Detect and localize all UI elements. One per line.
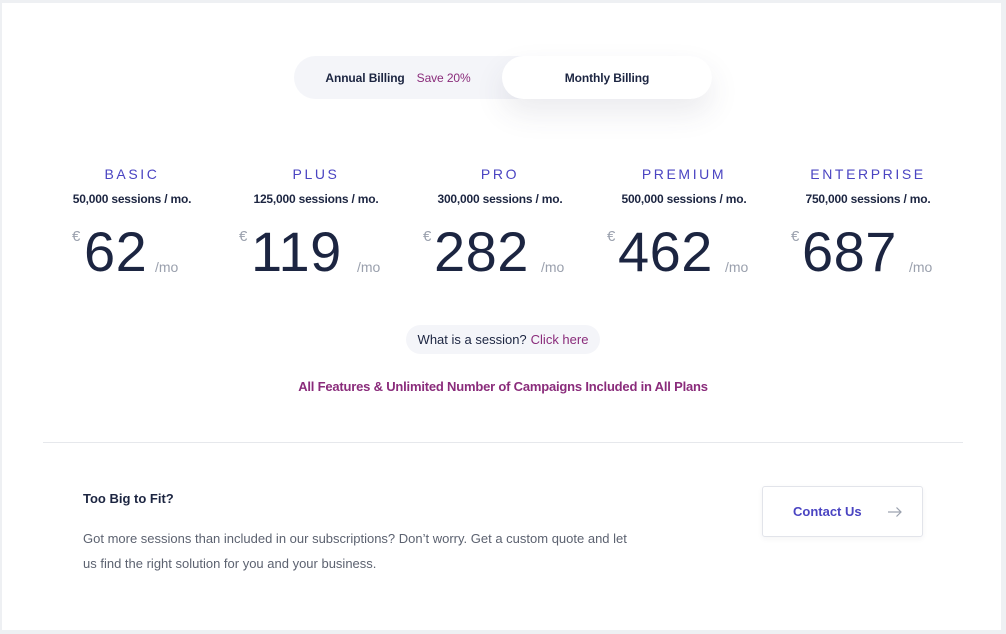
billing-toggle: Annual Billing Save 20% Monthly Billing xyxy=(294,56,712,99)
plan-basic: BASIC 50,000 sessions / mo. € 62 /mo xyxy=(40,165,224,290)
plan-name: BASIC xyxy=(104,166,160,182)
section-divider xyxy=(43,442,963,443)
price-period: /mo xyxy=(541,259,565,275)
plan-premium: PREMIUM 500,000 sessions / mo. € 462 /mo xyxy=(592,165,776,290)
contact-us-label: Contact Us xyxy=(793,504,862,519)
currency-symbol: € xyxy=(239,228,248,245)
plan-plus: PLUS 125,000 sessions / mo. € 119 /mo xyxy=(224,165,408,290)
plan-name: PRO xyxy=(480,166,520,182)
price-amount: 687 xyxy=(802,220,897,283)
annual-save-badge: Save 20% xyxy=(416,70,471,85)
plan-sessions: 125,000 sessions / mo. xyxy=(253,192,379,206)
price-amount: 282 xyxy=(434,220,529,283)
custom-quote-text: Got more sessions than included in our s… xyxy=(83,531,627,571)
price-period: /mo xyxy=(155,259,179,275)
price-amount: 62 xyxy=(84,220,148,283)
currency-symbol: € xyxy=(607,228,616,245)
plan-sessions: 50,000 sessions / mo. xyxy=(72,192,192,206)
plan-price: € 462 /mo xyxy=(592,220,776,290)
annual-billing-option[interactable]: Annual Billing Save 20% xyxy=(294,56,502,99)
annual-billing-label: Annual Billing xyxy=(325,70,405,85)
price-period: /mo xyxy=(909,259,933,275)
plan-name: PREMIUM xyxy=(641,166,727,182)
currency-symbol: € xyxy=(72,228,81,245)
plan-name: ENTERPRISE xyxy=(810,166,926,182)
currency-symbol: € xyxy=(791,228,800,245)
features-note: All Features & Unlimited Number of Campa… xyxy=(298,379,708,394)
price-amount: 119 xyxy=(251,220,342,283)
session-question: What is a session? xyxy=(417,332,527,347)
plan-name: PLUS xyxy=(292,166,340,182)
plan-pro: PRO 300,000 sessions / mo. € 282 /mo xyxy=(408,165,592,290)
price-amount: 462 xyxy=(618,220,713,283)
price-period: /mo xyxy=(725,259,749,275)
price-period: /mo xyxy=(357,259,381,275)
monthly-billing-option[interactable]: Monthly Billing xyxy=(502,56,712,99)
contact-us-button[interactable]: Contact Us xyxy=(762,486,923,537)
arrow-right-icon xyxy=(888,507,902,517)
plan-price: € 119 /mo xyxy=(224,220,408,290)
session-info-pill: What is a session? Click here xyxy=(406,325,600,354)
custom-quote-title: Too Big to Fit? xyxy=(83,491,174,506)
currency-symbol: € xyxy=(423,228,432,245)
plan-sessions: 750,000 sessions / mo. xyxy=(805,192,931,206)
plan-price: € 62 /mo xyxy=(40,220,224,290)
pricing-card: Annual Billing Save 20% Monthly Billing … xyxy=(2,3,1001,630)
plan-sessions: 300,000 sessions / mo. xyxy=(437,192,563,206)
plan-enterprise: ENTERPRISE 750,000 sessions / mo. € 687 … xyxy=(776,165,960,290)
plan-price: € 282 /mo xyxy=(408,220,592,290)
plan-price: € 687 /mo xyxy=(776,220,960,290)
session-info-link[interactable]: Click here xyxy=(531,332,589,347)
plan-sessions: 500,000 sessions / mo. xyxy=(621,192,747,206)
